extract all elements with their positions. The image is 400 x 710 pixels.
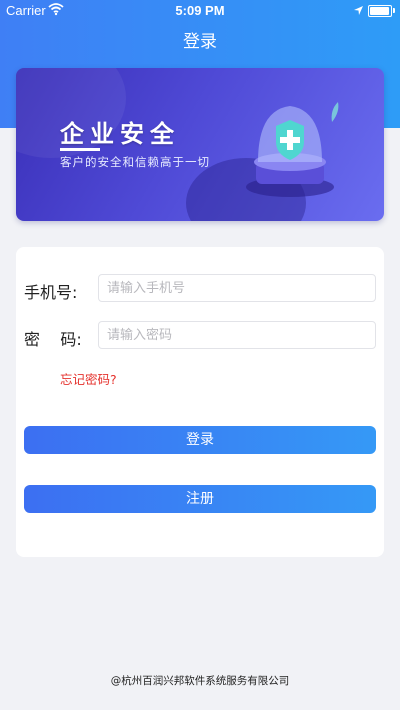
location-arrow-icon xyxy=(353,4,364,19)
password-input[interactable] xyxy=(98,321,376,349)
page-title: 登录 xyxy=(183,32,217,52)
banner-title: 企业安全 xyxy=(60,120,180,148)
battery-icon xyxy=(368,5,392,17)
battery-tip xyxy=(393,8,395,13)
status-bar: Carrier 5:09 PM xyxy=(0,0,400,20)
login-button[interactable]: 登录 xyxy=(24,426,376,454)
forgot-password-link[interactable]: 忘记密码? xyxy=(60,369,117,388)
banner-subtitle: 客户的安全和信赖高于一切 xyxy=(60,155,210,169)
register-button[interactable]: 注册 xyxy=(24,485,376,513)
phone-row: 手机号: xyxy=(16,274,384,304)
banner-divider xyxy=(60,148,100,151)
shield-dome-icon xyxy=(244,92,344,206)
security-banner: 企业安全 客户的安全和信赖高于一切 xyxy=(16,68,384,221)
phone-label: 手机号: xyxy=(24,283,78,302)
status-time: 5:09 PM xyxy=(175,3,225,18)
footer-copyright: @杭州百润兴邦软件系统服务有限公司 xyxy=(110,675,290,687)
login-card: 手机号: 密 码: 忘记密码? 登录 注册 xyxy=(16,247,384,557)
password-label: 密 码: xyxy=(24,330,82,349)
password-row: 密 码: xyxy=(16,321,384,351)
phone-input[interactable] xyxy=(98,274,376,302)
